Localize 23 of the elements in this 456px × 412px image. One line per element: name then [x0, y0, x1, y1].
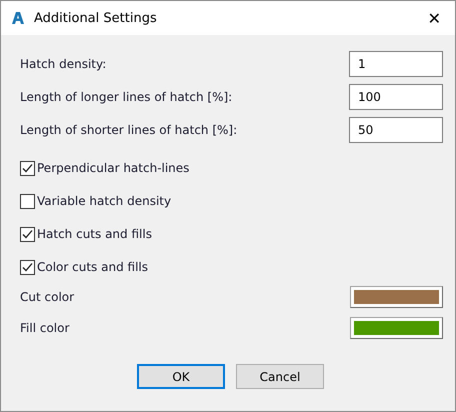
input-field[interactable]: 100: [349, 84, 443, 110]
close-button[interactable]: ✕: [424, 8, 445, 28]
dialog-button[interactable]: OK: [137, 364, 225, 389]
color-label: Fill color: [20, 321, 70, 335]
field-label: Length of longer lines of hatch [%]:: [20, 90, 232, 104]
checkbox[interactable]: [20, 226, 35, 242]
color-picker-button[interactable]: [350, 317, 443, 339]
field-label: Hatch density:: [20, 56, 106, 70]
color-picker-button[interactable]: [350, 286, 443, 308]
dialog-button[interactable]: Cancel: [236, 364, 324, 389]
checkbox-label[interactable]: Color cuts and fills: [37, 260, 148, 274]
checkbox[interactable]: [20, 194, 35, 208]
app-logo-icon: [11, 11, 25, 25]
field-label: Length of shorter lines of hatch [%]:: [20, 122, 238, 136]
checkbox-label[interactable]: Perpendicular hatch-lines: [37, 161, 190, 175]
checkbox[interactable]: [20, 160, 35, 176]
color-label: Cut color: [20, 290, 74, 304]
input-field[interactable]: 1: [349, 50, 443, 76]
checkbox-label[interactable]: Variable hatch density: [37, 194, 172, 208]
window-title: Additional Settings: [34, 10, 158, 26]
checkbox-label[interactable]: Hatch cuts and fills: [37, 227, 152, 241]
checkbox[interactable]: [20, 260, 35, 274]
input-field[interactable]: 50: [349, 116, 443, 142]
